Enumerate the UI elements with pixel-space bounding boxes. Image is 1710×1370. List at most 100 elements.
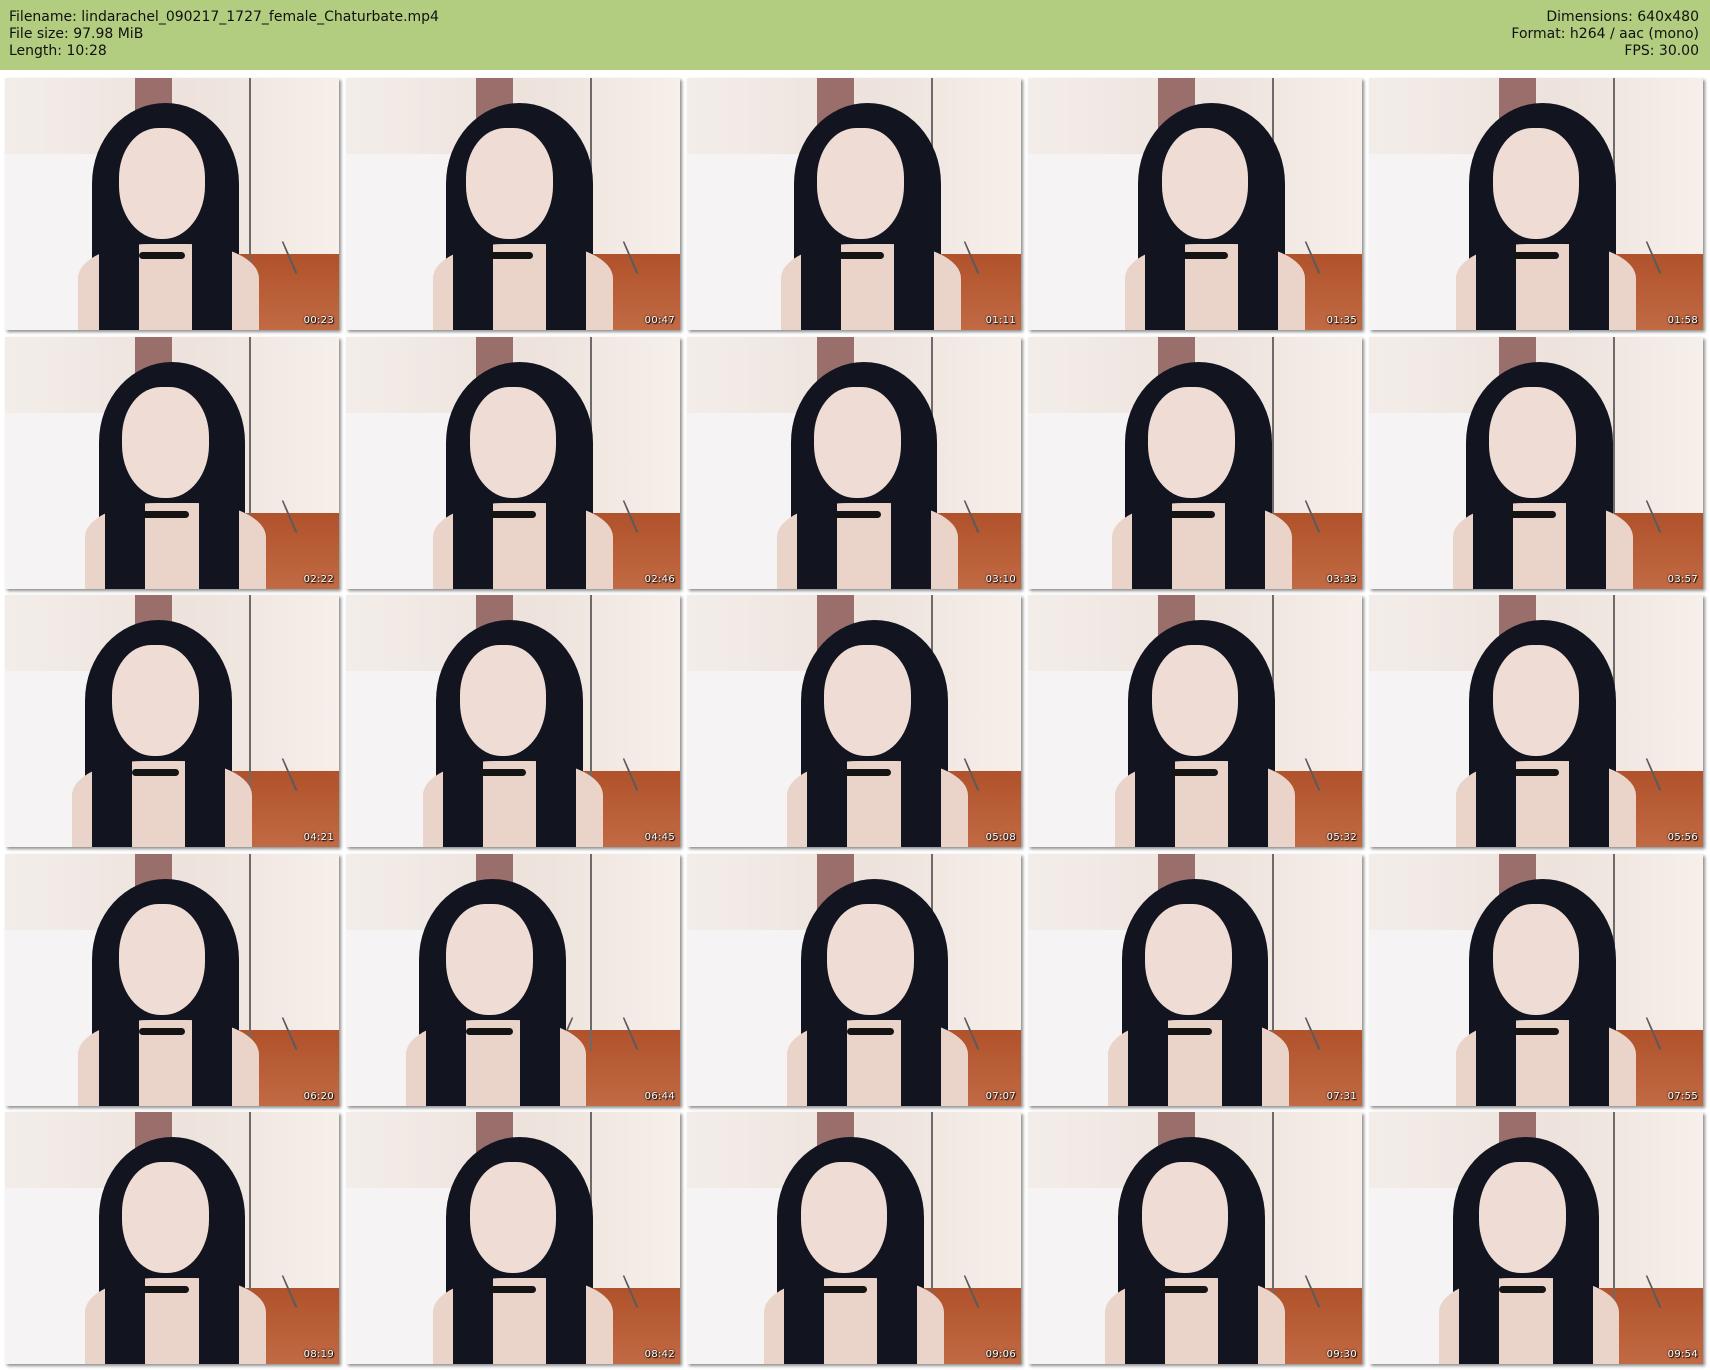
figure-face	[800, 1162, 888, 1274]
video-thumbnail[interactable]: 07:31	[1028, 854, 1362, 1106]
thumbnail-timestamp: 03:10	[985, 574, 1016, 585]
figure-face	[121, 1162, 209, 1274]
filename-text: Filename: lindarachel_090217_1727_female…	[9, 9, 439, 25]
video-thumbnail[interactable]: 06:44	[346, 854, 680, 1106]
figure-face	[817, 128, 905, 240]
figure-face	[1489, 387, 1577, 499]
figure-choker	[466, 1027, 513, 1036]
video-thumbnail[interactable]: 03:10	[687, 337, 1021, 589]
length-text: Length: 10:28	[9, 43, 107, 59]
figure-choker	[820, 1285, 868, 1294]
file-size-text: File size: 97.98 MiB	[9, 26, 144, 42]
figure-choker	[489, 1285, 537, 1294]
video-thumbnail[interactable]: 09:54	[1369, 1112, 1703, 1364]
figure-choker	[1512, 251, 1560, 260]
figure-choker	[1499, 1285, 1546, 1294]
video-thumbnail[interactable]: 02:46	[346, 337, 680, 589]
figure-face	[469, 1162, 557, 1274]
figure-choker	[131, 768, 179, 777]
figure-choker	[1161, 1285, 1209, 1294]
video-thumbnail[interactable]: 00:47	[346, 78, 680, 330]
figure-face	[469, 387, 557, 499]
figure-face	[1492, 904, 1580, 1016]
figure-choker	[833, 510, 881, 519]
video-thumbnail[interactable]: 03:57	[1369, 337, 1703, 589]
video-thumbnail[interactable]: 09:06	[687, 1112, 1021, 1364]
video-thumbnail[interactable]: 01:11	[687, 78, 1021, 330]
thumbnail-timestamp: 05:08	[985, 832, 1016, 843]
thumbnail-timestamp: 08:42	[644, 1349, 675, 1360]
video-thumbnail[interactable]: 04:45	[346, 595, 680, 847]
thumbnail-timestamp: 07:07	[985, 1091, 1016, 1102]
figure-face	[459, 645, 547, 757]
thumbnail-timestamp: 06:44	[644, 1091, 675, 1102]
figure-face	[1161, 128, 1249, 240]
video-thumbnail[interactable]: 02:22	[5, 337, 339, 589]
figure-choker	[1512, 768, 1560, 777]
format-text: Format: h264 / aac (mono)	[1511, 26, 1699, 42]
figure-face	[1148, 387, 1236, 499]
video-thumbnail[interactable]: 09:30	[1028, 1112, 1362, 1364]
thumbnail-timestamp: 00:47	[644, 315, 675, 326]
thumbnail-timestamp: 04:21	[303, 832, 334, 843]
figure-choker	[479, 768, 527, 777]
figure-face	[813, 387, 901, 499]
video-thumbnail[interactable]: 00:23	[5, 78, 339, 330]
figure-choker	[1181, 251, 1229, 260]
video-thumbnail[interactable]: 08:19	[5, 1112, 339, 1364]
video-thumbnail[interactable]: 04:21	[5, 595, 339, 847]
figure-face	[1151, 645, 1239, 757]
video-thumbnail[interactable]: 07:55	[1369, 854, 1703, 1106]
figure-choker	[1509, 510, 1557, 519]
thumbnail-timestamp: 09:06	[985, 1349, 1016, 1360]
fps-text: FPS: 30.00	[1624, 43, 1699, 59]
thumbnail-timestamp: 06:20	[303, 1091, 334, 1102]
thumbnail-timestamp: 00:23	[303, 315, 334, 326]
video-thumbnail[interactable]: 08:42	[346, 1112, 680, 1364]
thumbnail-timestamp: 05:56	[1667, 832, 1698, 843]
figure-face	[1492, 645, 1580, 757]
thumbnail-timestamp: 01:35	[1326, 315, 1357, 326]
thumbnail-timestamp: 03:33	[1326, 574, 1357, 585]
thumbnail-timestamp: 05:32	[1326, 832, 1357, 843]
video-thumbnail[interactable]: 01:58	[1369, 78, 1703, 330]
figure-choker	[847, 1027, 895, 1036]
thumbnail-timestamp: 01:11	[985, 315, 1016, 326]
thumbnail-timestamp: 03:57	[1667, 574, 1698, 585]
figure-face	[118, 904, 206, 1016]
figure-choker	[1168, 510, 1216, 519]
figure-face	[1492, 128, 1580, 240]
thumbnail-timestamp: 04:45	[644, 832, 675, 843]
video-thumbnail[interactable]: 01:35	[1028, 78, 1362, 330]
thumbnail-timestamp: 09:30	[1326, 1349, 1357, 1360]
figure-choker	[141, 510, 189, 519]
thumbnail-timestamp: 02:22	[303, 574, 334, 585]
figure-face	[466, 128, 554, 240]
figure-choker	[843, 768, 891, 777]
video-thumbnail[interactable]: 07:07	[687, 854, 1021, 1106]
info-right: Dimensions: 640x480 Format: h264 / aac (…	[1511, 9, 1699, 60]
figure-choker	[1164, 1027, 1212, 1036]
figure-face	[827, 904, 915, 1016]
figure-choker	[486, 251, 534, 260]
video-thumbnail[interactable]: 03:33	[1028, 337, 1362, 589]
info-left: Filename: lindarachel_090217_1727_female…	[9, 9, 439, 60]
figure-face	[118, 128, 206, 240]
video-thumbnail[interactable]: 06:20	[5, 854, 339, 1106]
figure-choker	[837, 251, 885, 260]
thumbnail-timestamp: 01:58	[1667, 315, 1698, 326]
dimensions-text: Dimensions: 640x480	[1546, 9, 1699, 25]
figure-choker	[138, 1027, 186, 1036]
thumbnail-timestamp: 02:46	[644, 574, 675, 585]
video-thumbnail[interactable]: 05:32	[1028, 595, 1362, 847]
video-thumbnail[interactable]: 05:56	[1369, 595, 1703, 847]
thumbnail-timestamp: 09:54	[1667, 1349, 1698, 1360]
info-header: Filename: lindarachel_090217_1727_female…	[0, 0, 1710, 70]
figure-choker	[1171, 768, 1219, 777]
figure-face	[823, 645, 911, 757]
figure-face	[121, 387, 209, 499]
thumbnail-timestamp: 07:55	[1667, 1091, 1698, 1102]
video-thumbnail[interactable]: 05:08	[687, 595, 1021, 847]
figure-face	[1479, 1162, 1567, 1274]
figure-face	[111, 645, 199, 757]
